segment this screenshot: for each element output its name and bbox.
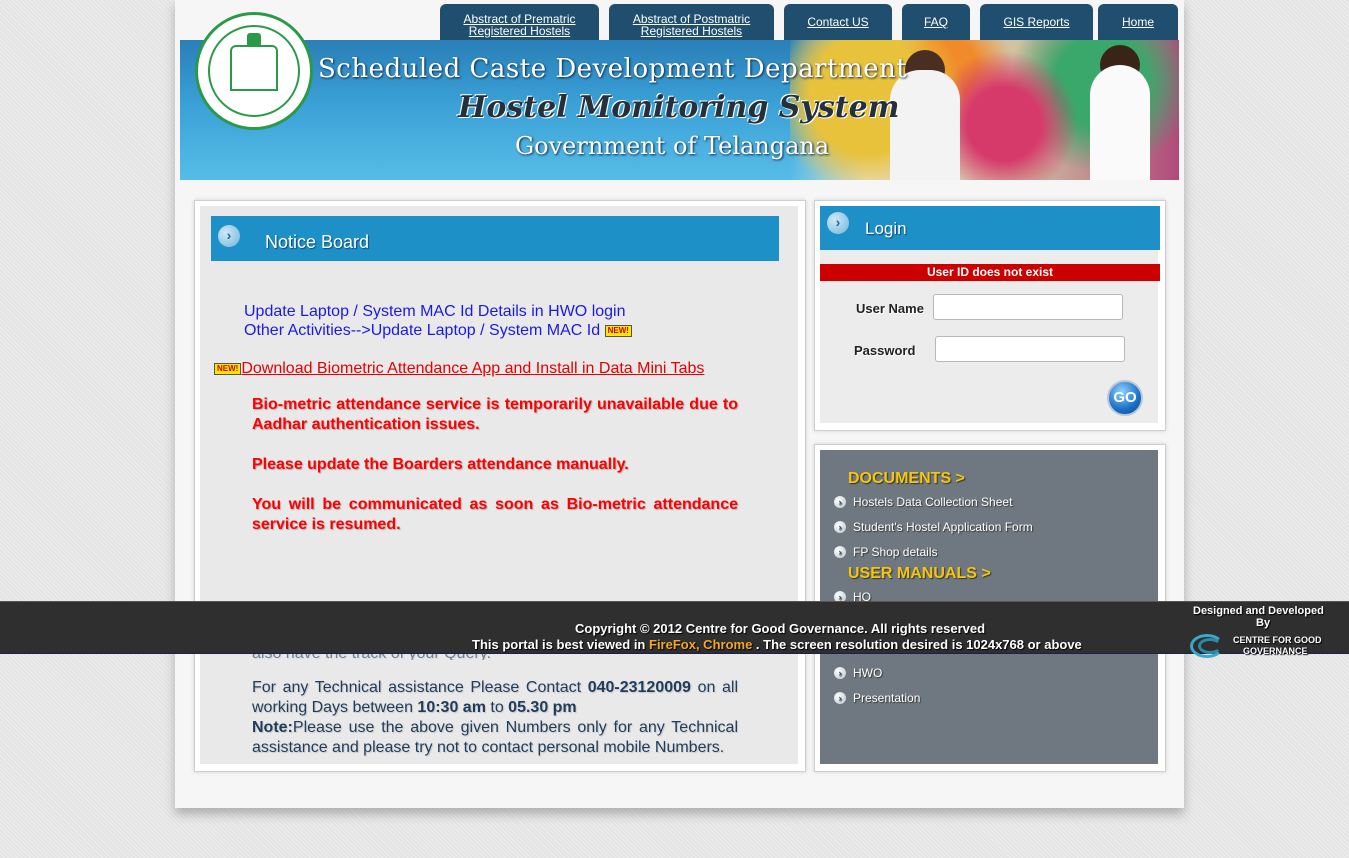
login-header: › Login <box>820 206 1160 250</box>
cgg-logo <box>1190 630 1230 662</box>
tab-label: Registered Hostels <box>468 24 571 38</box>
manual-label: HWO <box>853 666 883 680</box>
by-text: By <box>1256 617 1271 629</box>
cgg-name-line2: GOVERNANCE <box>1243 646 1308 656</box>
username-label: User Name <box>856 301 924 316</box>
user-manuals-heading: USER MANUALS > <box>848 565 991 582</box>
documents-heading: DOCUMENTS > <box>848 470 965 487</box>
bullet-arrow-icon: › <box>834 546 846 558</box>
telangana-emblem-logo <box>195 12 313 130</box>
browser-recommendation: This portal is best viewed in FireFox, C… <box>472 637 1082 652</box>
mac-update-path-text: Other Activities-->Update Laptop / Syste… <box>244 322 601 339</box>
tab-contact-us[interactable]: Contact US <box>784 4 892 40</box>
designed-by-text: Designed and Developed <box>1193 605 1324 617</box>
tab-label: GIS Reports <box>1003 15 1070 29</box>
notice-board-header: › Notice Board <box>211 216 779 261</box>
doc-label: Student's Hostel Application Form <box>853 520 1033 534</box>
doc-student-application-form[interactable]: › Student's Hostel Application Form <box>834 520 1033 534</box>
photo-detail <box>1090 65 1150 180</box>
time-to-word: to <box>490 699 504 716</box>
department-title: Scheduled Caste Development Department <box>318 54 908 84</box>
download-biometric-app-link[interactable]: Download Biometric Attendance App and In… <box>241 360 704 377</box>
photo-detail <box>890 70 960 180</box>
arrow-right-icon: › <box>218 225 240 247</box>
note-body: Please use the above given Numbers only … <box>252 719 738 756</box>
note-label: Note: <box>252 719 293 736</box>
bullet-arrow-icon: › <box>834 692 846 704</box>
doc-fp-shop-details[interactable]: › FP Shop details <box>834 545 938 559</box>
time-to: 05.30 pm <box>508 699 577 716</box>
mac-update-notice: Update Laptop / System MAC Id Details in… <box>244 303 626 320</box>
tab-label: Home <box>1121 15 1154 29</box>
copyright-text: Copyright © 2012 Centre for Good Governa… <box>575 621 986 636</box>
go-button[interactable]: GO <box>1107 380 1143 416</box>
tab-label: FAQ <box>923 15 948 29</box>
login-error-message: User ID does not exist <box>820 264 1160 281</box>
note-text: Note:Please use the above given Numbers … <box>252 718 738 758</box>
technical-contact-info: For any Technical assistance Please Cont… <box>252 678 738 718</box>
tab-label: Contact US <box>807 15 869 29</box>
tab-gis-reports[interactable]: GIS Reports <box>980 4 1093 40</box>
manual-label: Presentation <box>853 691 921 705</box>
header-banner: Scheduled Caste Development Department H… <box>180 40 1179 180</box>
doc-label: Hostels Data Collection Sheet <box>853 495 1013 509</box>
cgg-swirl-icon <box>1198 638 1222 654</box>
tab-home[interactable]: Home <box>1098 4 1178 40</box>
system-title: Hostel Monitoring System <box>458 90 900 125</box>
new-badge-icon: NEW! <box>214 362 242 375</box>
notice-board-title: Notice Board <box>265 232 370 252</box>
new-badge-icon: NEW! <box>604 324 632 337</box>
tab-abstract-postmatric[interactable]: Abstract of Postmatric Registered Hostels <box>609 4 774 40</box>
bullet-arrow-icon: › <box>834 496 846 508</box>
bullet-arrow-icon: › <box>834 521 846 533</box>
cgg-name-line1: CENTRE FOR GOOD <box>1233 635 1322 645</box>
government-title: Government of Telangana <box>515 132 830 160</box>
tab-faq[interactable]: FAQ <box>902 4 970 40</box>
footer-bar: Copyright © 2012 Centre for Good Governa… <box>0 601 1349 658</box>
arrow-right-icon: › <box>827 212 849 234</box>
emblem-temple <box>230 45 278 91</box>
contact-prefix: For any Technical assistance Please Cont… <box>252 679 582 696</box>
bullet-arrow-icon: › <box>834 667 846 679</box>
browser-names: FireFox, Chrome <box>649 637 753 652</box>
login-title: Login <box>865 219 907 238</box>
doc-label: FP Shop details <box>853 545 938 559</box>
download-notice: NEW! Download Biometric Attendance App an… <box>214 360 704 378</box>
viewed-prefix: This portal is best viewed in <box>472 637 646 652</box>
viewed-suffix: . The screen resolution desired is 1024x… <box>755 637 1082 652</box>
tab-abstract-prematric[interactable]: Abstract of Prematric Registered Hostels <box>440 4 599 40</box>
username-input[interactable] <box>933 294 1123 320</box>
doc-hostels-data-sheet[interactable]: › Hostels Data Collection Sheet <box>834 495 1012 509</box>
tab-label: Registered Hostels <box>640 24 743 38</box>
manual-presentation[interactable]: › Presentation <box>834 691 920 705</box>
time-from: 10:30 am <box>417 699 486 716</box>
password-label: Password <box>854 343 916 358</box>
emblem-lion <box>247 33 261 47</box>
biometric-unavailable-notice: Bio-metric attendance service is tempora… <box>252 396 738 433</box>
contact-phone: 040-23120009 <box>587 679 691 696</box>
password-input[interactable] <box>935 336 1125 362</box>
mac-update-path: Other Activities-->Update Laptop / Syste… <box>244 322 632 340</box>
manual-attendance-notice: Please update the Boarders attendance ma… <box>252 456 629 473</box>
resume-notice: You will be communicated as soon as Bio-… <box>252 496 738 533</box>
manual-hwo[interactable]: › HWO <box>834 666 882 680</box>
